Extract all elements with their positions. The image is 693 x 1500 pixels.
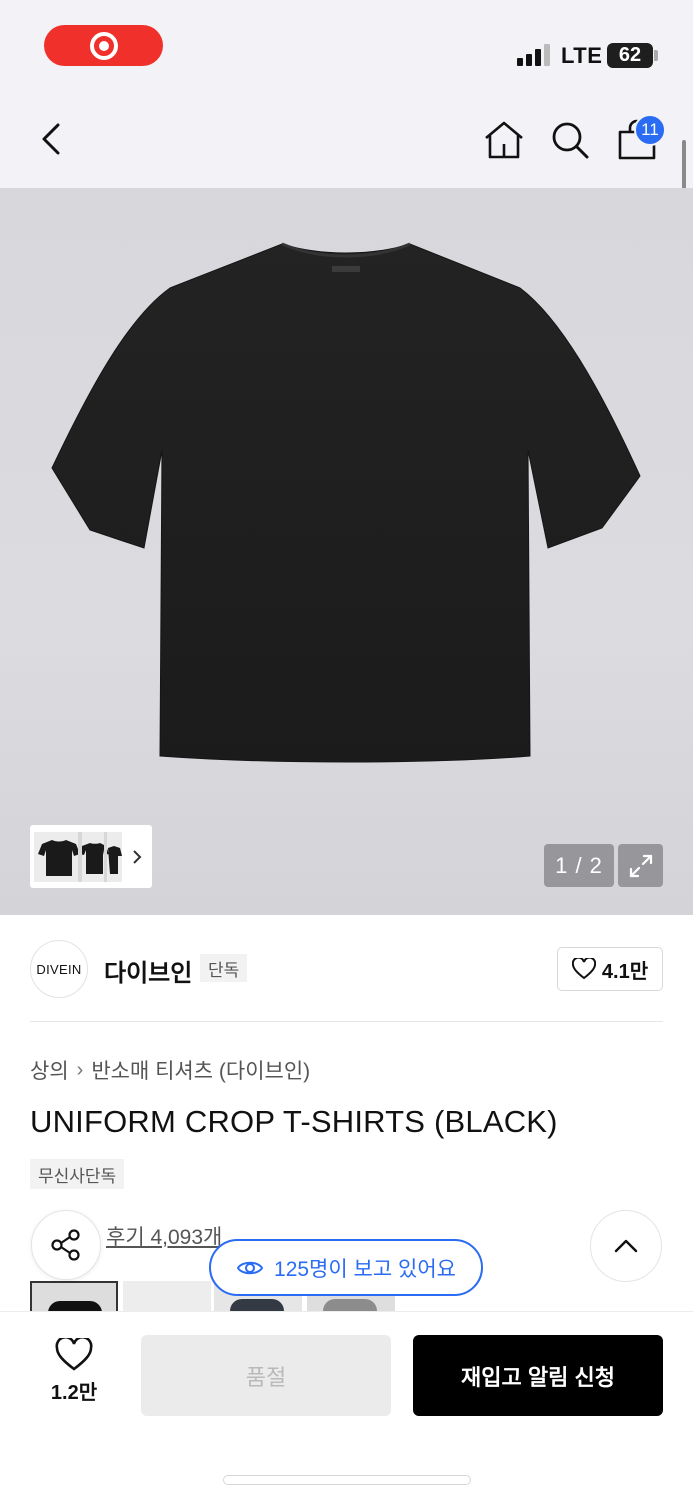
live-viewers-pill: 125명이 보고 있어요 <box>209 1239 483 1296</box>
wishlist-button[interactable]: 1.2만 <box>40 1338 108 1414</box>
cart-count-badge: 11 <box>634 114 666 146</box>
chevron-right-icon: › <box>76 1058 84 1081</box>
breadcrumb-subcategory[interactable]: 반소매 티셔츠 (다이브인) <box>91 1055 310 1085</box>
signal-strength-icon <box>517 44 551 66</box>
brand-logo[interactable]: DIVEIN <box>30 940 88 998</box>
home-indicator[interactable] <box>223 1475 471 1485</box>
swatch-black[interactable] <box>30 1281 118 1311</box>
product-title: UNIFORM CROP T-SHIRTS (BLACK) <box>30 1104 558 1139</box>
home-icon[interactable] <box>482 118 526 162</box>
swatch-white[interactable] <box>123 1281 211 1311</box>
eye-icon <box>236 1261 264 1274</box>
brand-name[interactable]: 다이브인 <box>104 953 192 988</box>
network-type: LTE <box>561 43 603 68</box>
thumbnail-strip[interactable] <box>30 825 152 888</box>
product-image-gallery[interactable]: 1 / 2 <box>0 188 693 915</box>
divider <box>30 1021 663 1022</box>
chevron-right-icon[interactable] <box>130 848 144 866</box>
screen-recording-indicator[interactable] <box>44 25 163 66</box>
expand-button[interactable] <box>618 844 663 887</box>
back-icon[interactable] <box>36 119 70 159</box>
search-icon[interactable] <box>548 118 592 162</box>
exclusive-tag: 무신사단독 <box>30 1159 125 1189</box>
brand-like-button[interactable]: 4.1만 <box>557 947 663 991</box>
bottom-action-bar: 1.2만 품절 재입고 알림 신청 <box>0 1311 693 1500</box>
chevron-up-icon <box>614 1239 638 1253</box>
expand-icon <box>629 854 652 877</box>
scroll-to-top-button[interactable] <box>590 1210 662 1282</box>
thumbnail-image[interactable] <box>34 831 122 882</box>
tshirt-image <box>51 242 641 763</box>
brand-like-count: 4.1만 <box>601 960 649 983</box>
status-bar: LTE 62 <box>0 0 693 90</box>
battery-icon <box>654 50 658 61</box>
live-viewers-text: 125명이 보고 있어요 <box>274 1257 456 1281</box>
record-icon <box>89 31 118 60</box>
heart-icon <box>55 1338 93 1371</box>
battery-level: 62 <box>607 43 653 68</box>
soldout-button: 품절 <box>141 1335 391 1416</box>
wishlist-count: 1.2만 <box>50 1382 98 1404</box>
restock-alert-button[interactable]: 재입고 알림 신청 <box>413 1335 663 1416</box>
heart-icon <box>571 958 596 980</box>
top-nav-bar: 11 <box>0 90 693 188</box>
breadcrumb: 상의 › 반소매 티셔츠 (다이브인) <box>30 1055 310 1085</box>
share-icon <box>51 1229 80 1261</box>
reviews-link[interactable]: 후기 4,093개 <box>106 1221 222 1251</box>
share-button[interactable] <box>31 1210 101 1280</box>
breadcrumb-category[interactable]: 상의 <box>30 1055 69 1085</box>
brand-exclusive-tag: 단독 <box>200 954 248 982</box>
image-page-counter: 1 / 2 <box>544 844 614 887</box>
